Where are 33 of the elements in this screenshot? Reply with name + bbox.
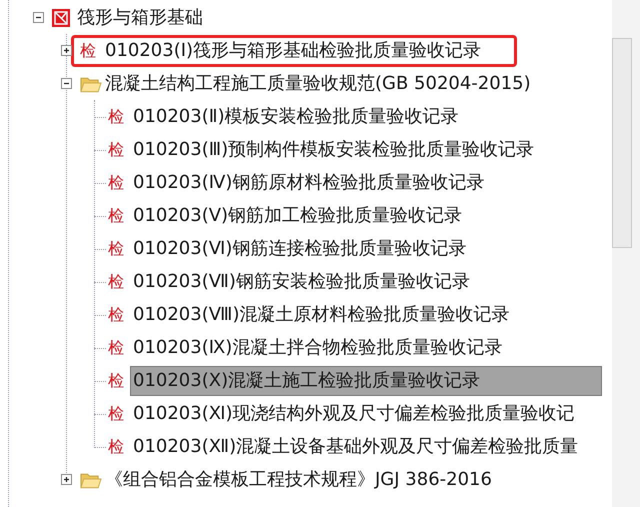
record-type-label: 检 — [108, 204, 125, 226]
record-type-label: 检 — [108, 138, 125, 160]
collapse-icon[interactable] — [32, 12, 44, 23]
tree-item[interactable]: 010203(Ⅺ)现浇结构外观及尺寸偏差检验批质量验收记 — [130, 398, 578, 428]
tree-item[interactable]: 010203(Ⅸ)混凝土拌合物检验批质量验收记录 — [130, 332, 506, 362]
collapse-icon[interactable] — [60, 78, 72, 89]
record-type-label: 检 — [108, 172, 125, 194]
record-type-label: 检 — [108, 270, 125, 292]
expand-icon[interactable] — [60, 474, 72, 485]
tree-item[interactable]: 010203(Ⅰ)筏形与箱形基础检验批质量验收记录 — [102, 36, 484, 66]
tree-item[interactable]: 010203(Ⅵ)钢筋连接检验批质量验收记录 — [130, 234, 470, 264]
tree-item[interactable]: 《组合铝合金模板工程技术规程》JGJ 386-2016 — [102, 464, 495, 494]
record-type-label: 检 — [108, 436, 125, 458]
record-type-label: 检 — [108, 304, 125, 326]
record-type-label: 检 — [108, 402, 125, 424]
record-type-label: 检 — [108, 106, 125, 128]
record-type-label: 检 — [108, 238, 125, 260]
tree-item[interactable]: 010203(Ⅷ)混凝土原材料检验批质量验收记录 — [130, 300, 512, 330]
tree-item[interactable]: 010203(Ⅱ)模板安装检验批质量验收记录 — [130, 102, 462, 132]
scrollbar-thumb[interactable] — [612, 38, 632, 248]
tree-item[interactable]: 010203(Ⅶ)钢筋安装检验批质量验收记录 — [130, 266, 473, 296]
tree-item[interactable]: 010203(Ⅲ)预制构件模板安装检验批质量验收记录 — [130, 134, 538, 164]
tree-item[interactable]: 010203(Ⅳ)钢筋原材料检验批质量验收记录 — [130, 168, 488, 198]
tree-item[interactable]: 筏形与箱形基础 — [74, 2, 206, 32]
tree-item[interactable]: 010203(Ⅹ)混凝土施工检验批质量验收记录 — [130, 366, 602, 396]
tree-item[interactable]: 010203(Ⅴ)钢筋加工检验批质量验收记录 — [130, 200, 466, 230]
record-type-label: 检 — [80, 40, 97, 62]
record-type-label: 检 — [108, 370, 125, 392]
expand-icon[interactable] — [60, 45, 72, 56]
tree-item[interactable]: 010203(Ⅻ)混凝土设备基础外观及尺寸偏差检验批质量 — [130, 432, 582, 462]
tree-item[interactable]: 混凝土结构工程施工质量验收规范(GB 50204-2015) — [102, 68, 534, 98]
record-type-label: 检 — [108, 336, 125, 358]
category-icon — [52, 8, 70, 26]
